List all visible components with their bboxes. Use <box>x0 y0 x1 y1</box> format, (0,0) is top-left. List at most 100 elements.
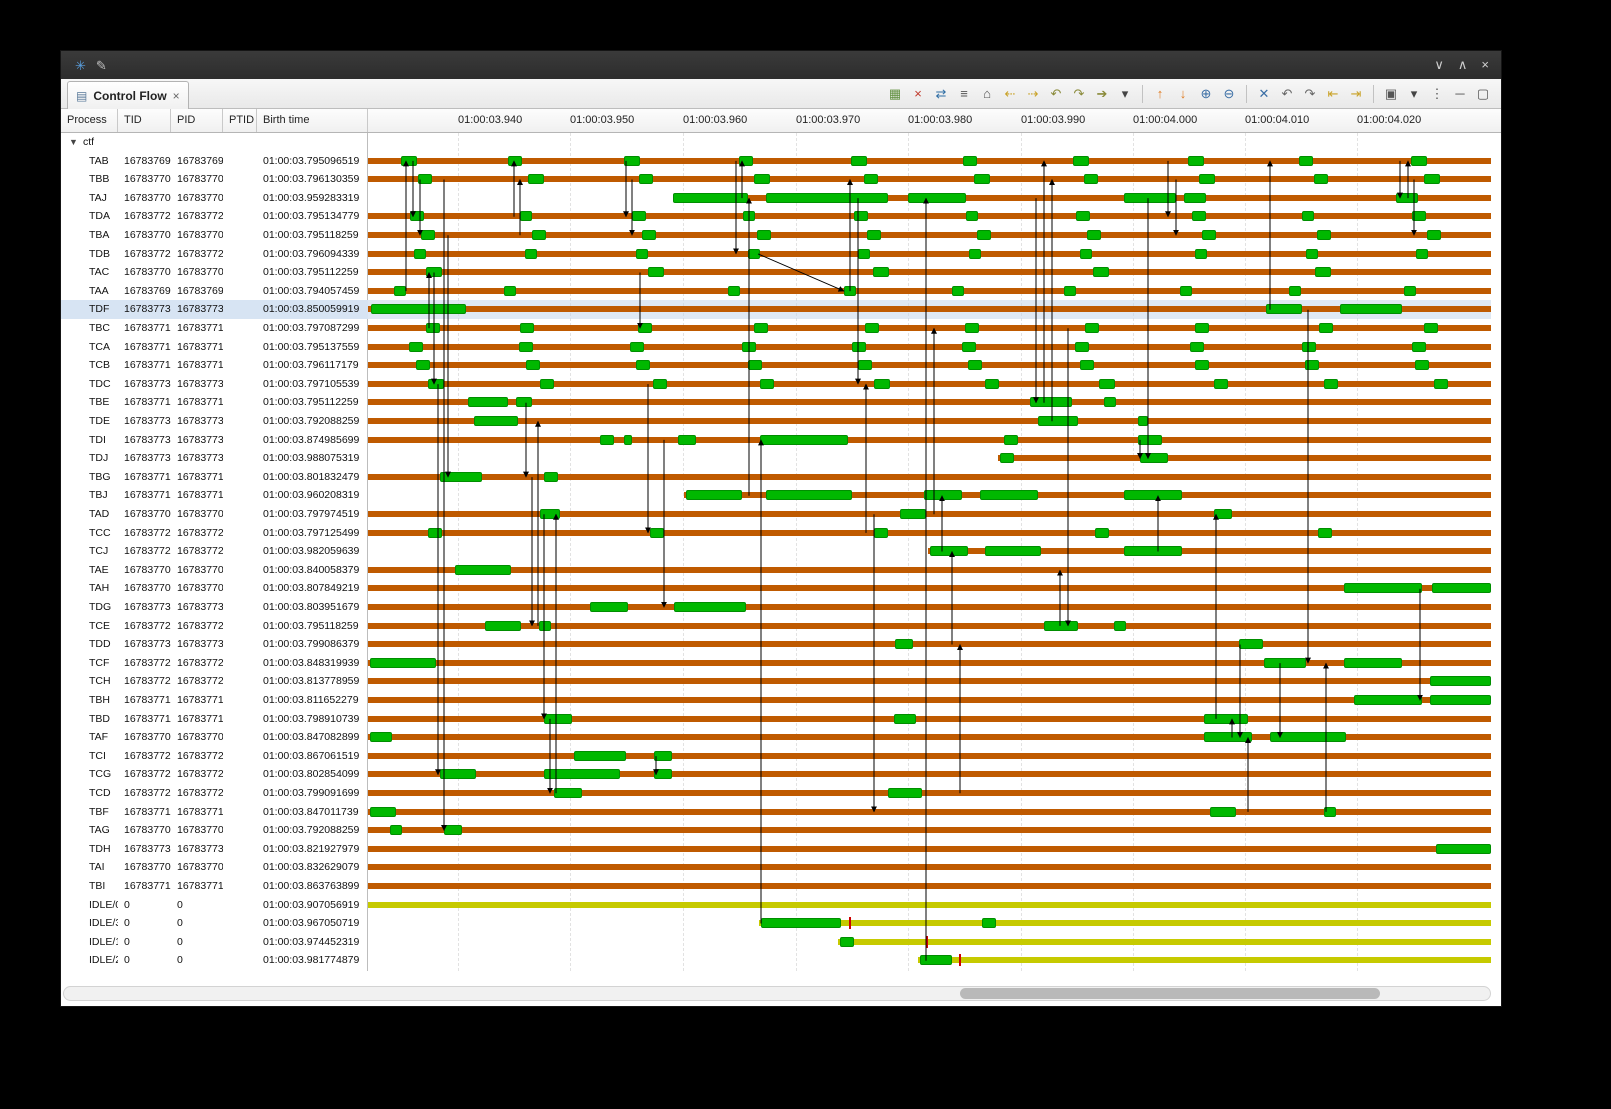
running-state-segment[interactable] <box>900 509 926 519</box>
process-row[interactable]: TDC16783773016783773001:00:03.797105539 <box>61 375 368 394</box>
process-row[interactable]: TCH16783772516783772501:00:03.813778959 <box>61 672 368 691</box>
running-state-segment[interactable] <box>908 193 966 203</box>
process-row[interactable]: TCJ16783772716783772701:00:03.982059639 <box>61 542 368 561</box>
running-state-segment[interactable] <box>636 360 650 370</box>
running-state-segment[interactable] <box>1199 174 1215 184</box>
show-legend-icon[interactable]: ≡ <box>954 84 974 104</box>
running-state-segment[interactable] <box>742 342 756 352</box>
running-state-segment[interactable] <box>1000 453 1014 463</box>
running-state-segment[interactable] <box>1302 211 1314 221</box>
process-row[interactable]: TBA16783770816783770801:00:03.795118259 <box>61 226 368 245</box>
running-state-segment[interactable] <box>985 379 999 389</box>
running-state-segment[interactable] <box>760 379 774 389</box>
running-state-segment[interactable] <box>370 732 392 742</box>
running-state-segment[interactable] <box>1192 211 1206 221</box>
timegraph-row[interactable] <box>368 189 1491 208</box>
running-state-segment[interactable] <box>540 379 554 389</box>
timegraph-row[interactable] <box>368 561 1491 580</box>
running-state-segment[interactable] <box>468 397 508 407</box>
maximize-view-icon[interactable]: ▢ <box>1473 84 1493 104</box>
running-state-segment[interactable] <box>1266 304 1302 314</box>
running-state-segment[interactable] <box>1202 230 1216 240</box>
timegraph-row[interactable] <box>368 245 1491 264</box>
running-state-segment[interactable] <box>654 751 672 761</box>
horizontal-scrollbar-thumb[interactable] <box>960 988 1380 999</box>
process-row[interactable]: TCB16783771916783771901:00:03.796117179 <box>61 356 368 375</box>
running-state-segment[interactable] <box>428 528 442 538</box>
process-row[interactable]: IDLE/20001:00:03.981774879 <box>61 951 368 970</box>
timegraph-row[interactable] <box>368 542 1491 561</box>
running-state-segment[interactable] <box>1114 621 1126 631</box>
tree-expand-icon[interactable]: ▼ <box>69 133 78 152</box>
timegraph-row[interactable] <box>368 691 1491 710</box>
process-row[interactable]: TAF16783770316783770301:00:03.847082899 <box>61 728 368 747</box>
process-row[interactable]: TCE16783772216783772201:00:03.795118259 <box>61 617 368 636</box>
running-state-segment[interactable] <box>574 751 626 761</box>
process-row[interactable]: TBH16783771516783771501:00:03.811652279 <box>61 691 368 710</box>
running-state-segment[interactable] <box>952 286 964 296</box>
running-state-segment[interactable] <box>1214 379 1228 389</box>
running-state-segment[interactable] <box>1030 397 1072 407</box>
reset-time-icon[interactable]: ⌂ <box>977 84 997 104</box>
follow-forward-icon[interactable]: ↷ <box>1069 84 1089 104</box>
running-state-segment[interactable] <box>370 658 436 668</box>
running-state-segment[interactable] <box>974 174 990 184</box>
running-state-segment[interactable] <box>414 249 426 259</box>
running-state-segment[interactable] <box>554 788 582 798</box>
running-state-segment[interactable] <box>1080 360 1094 370</box>
running-state-segment[interactable] <box>1180 286 1192 296</box>
running-state-segment[interactable] <box>895 639 913 649</box>
process-row[interactable]: IDLE/30001:00:03.967050719 <box>61 914 368 933</box>
process-row[interactable]: TDG16783773416783773401:00:03.803951679 <box>61 598 368 617</box>
running-state-segment[interactable] <box>1270 732 1346 742</box>
running-state-segment[interactable] <box>1076 211 1090 221</box>
running-state-segment[interactable] <box>540 509 560 519</box>
timegraph-row[interactable] <box>368 524 1491 543</box>
column-header-ptid[interactable]: PTID <box>223 109 257 132</box>
process-row[interactable]: TBE16783771216783771201:00:03.795112259 <box>61 393 368 412</box>
running-state-segment[interactable] <box>394 286 406 296</box>
running-state-segment[interactable] <box>678 435 696 445</box>
running-state-segment[interactable] <box>673 193 748 203</box>
redo-icon[interactable]: ↷ <box>1300 84 1320 104</box>
running-state-segment[interactable] <box>516 397 532 407</box>
timegraph-row[interactable] <box>368 338 1491 357</box>
running-state-segment[interactable] <box>526 360 540 370</box>
running-state-segment[interactable] <box>525 249 537 259</box>
running-state-segment[interactable] <box>1396 193 1418 203</box>
running-state-segment[interactable] <box>1436 844 1491 854</box>
running-state-segment[interactable] <box>894 714 916 724</box>
timegraph-row[interactable] <box>368 951 1491 970</box>
running-state-segment[interactable] <box>1324 379 1338 389</box>
running-state-segment[interactable] <box>440 472 482 482</box>
process-row[interactable]: TDB16783772916783772901:00:03.796094339 <box>61 245 368 264</box>
running-state-segment[interactable] <box>401 156 417 166</box>
timegraph-row[interactable] <box>368 710 1491 729</box>
timegraph-row[interactable] <box>368 784 1491 803</box>
running-state-segment[interactable] <box>865 323 879 333</box>
process-row[interactable]: TBB16783770916783770901:00:03.796130359 <box>61 170 368 189</box>
running-state-segment[interactable] <box>1084 174 1098 184</box>
running-state-segment[interactable] <box>1319 323 1333 333</box>
running-state-segment[interactable] <box>444 825 462 835</box>
window-restore-icon[interactable]: ∧ <box>1458 57 1468 73</box>
running-state-segment[interactable] <box>743 211 755 221</box>
column-header-birth-time[interactable]: Birth time <box>257 109 368 132</box>
running-state-segment[interactable] <box>1412 211 1426 221</box>
timegraph-row[interactable] <box>368 579 1491 598</box>
export-chart-icon[interactable]: ▦ <box>885 84 905 104</box>
running-state-segment[interactable] <box>1324 807 1336 817</box>
running-state-segment[interactable] <box>1264 658 1306 668</box>
timegraph-row[interactable] <box>368 803 1491 822</box>
timegraph-row[interactable] <box>368 226 1491 245</box>
process-row[interactable]: TDD16783773116783773101:00:03.799086379 <box>61 635 368 654</box>
running-state-segment[interactable] <box>1314 174 1328 184</box>
running-state-segment[interactable] <box>1138 435 1162 445</box>
running-state-segment[interactable] <box>1289 286 1301 296</box>
timegraph-row[interactable] <box>368 393 1491 412</box>
running-state-segment[interactable] <box>416 360 430 370</box>
running-state-segment[interactable] <box>1087 230 1101 240</box>
running-state-segment[interactable] <box>1424 174 1440 184</box>
process-row[interactable]: TAC16783770016783770001:00:03.795112259 <box>61 263 368 282</box>
running-state-segment[interactable] <box>852 342 866 352</box>
